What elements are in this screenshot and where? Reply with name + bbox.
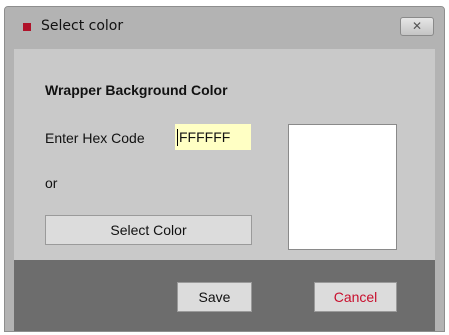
close-icon: ✕ xyxy=(411,19,423,33)
section-title: Wrapper Background Color xyxy=(45,82,228,98)
select-color-button[interactable]: Select Color xyxy=(45,215,252,245)
dialog-footer: Save Cancel xyxy=(14,260,435,331)
cancel-button[interactable]: Cancel xyxy=(314,282,397,312)
dialog-title: Select color xyxy=(41,18,124,34)
window-icon xyxy=(23,23,31,31)
text-caret xyxy=(177,129,178,146)
select-color-dialog: Select color ✕ Wrapper Background Color … xyxy=(4,6,445,332)
save-button[interactable]: Save xyxy=(177,282,252,312)
hex-code-input[interactable] xyxy=(175,124,251,150)
color-preview xyxy=(288,124,397,250)
hex-code-label: Enter Hex Code xyxy=(45,130,145,146)
or-label: or xyxy=(45,175,58,191)
dialog-content: Wrapper Background Color Enter Hex Code … xyxy=(14,49,435,260)
close-button[interactable]: ✕ xyxy=(400,17,434,36)
title-bar: Select color ✕ xyxy=(5,7,444,49)
